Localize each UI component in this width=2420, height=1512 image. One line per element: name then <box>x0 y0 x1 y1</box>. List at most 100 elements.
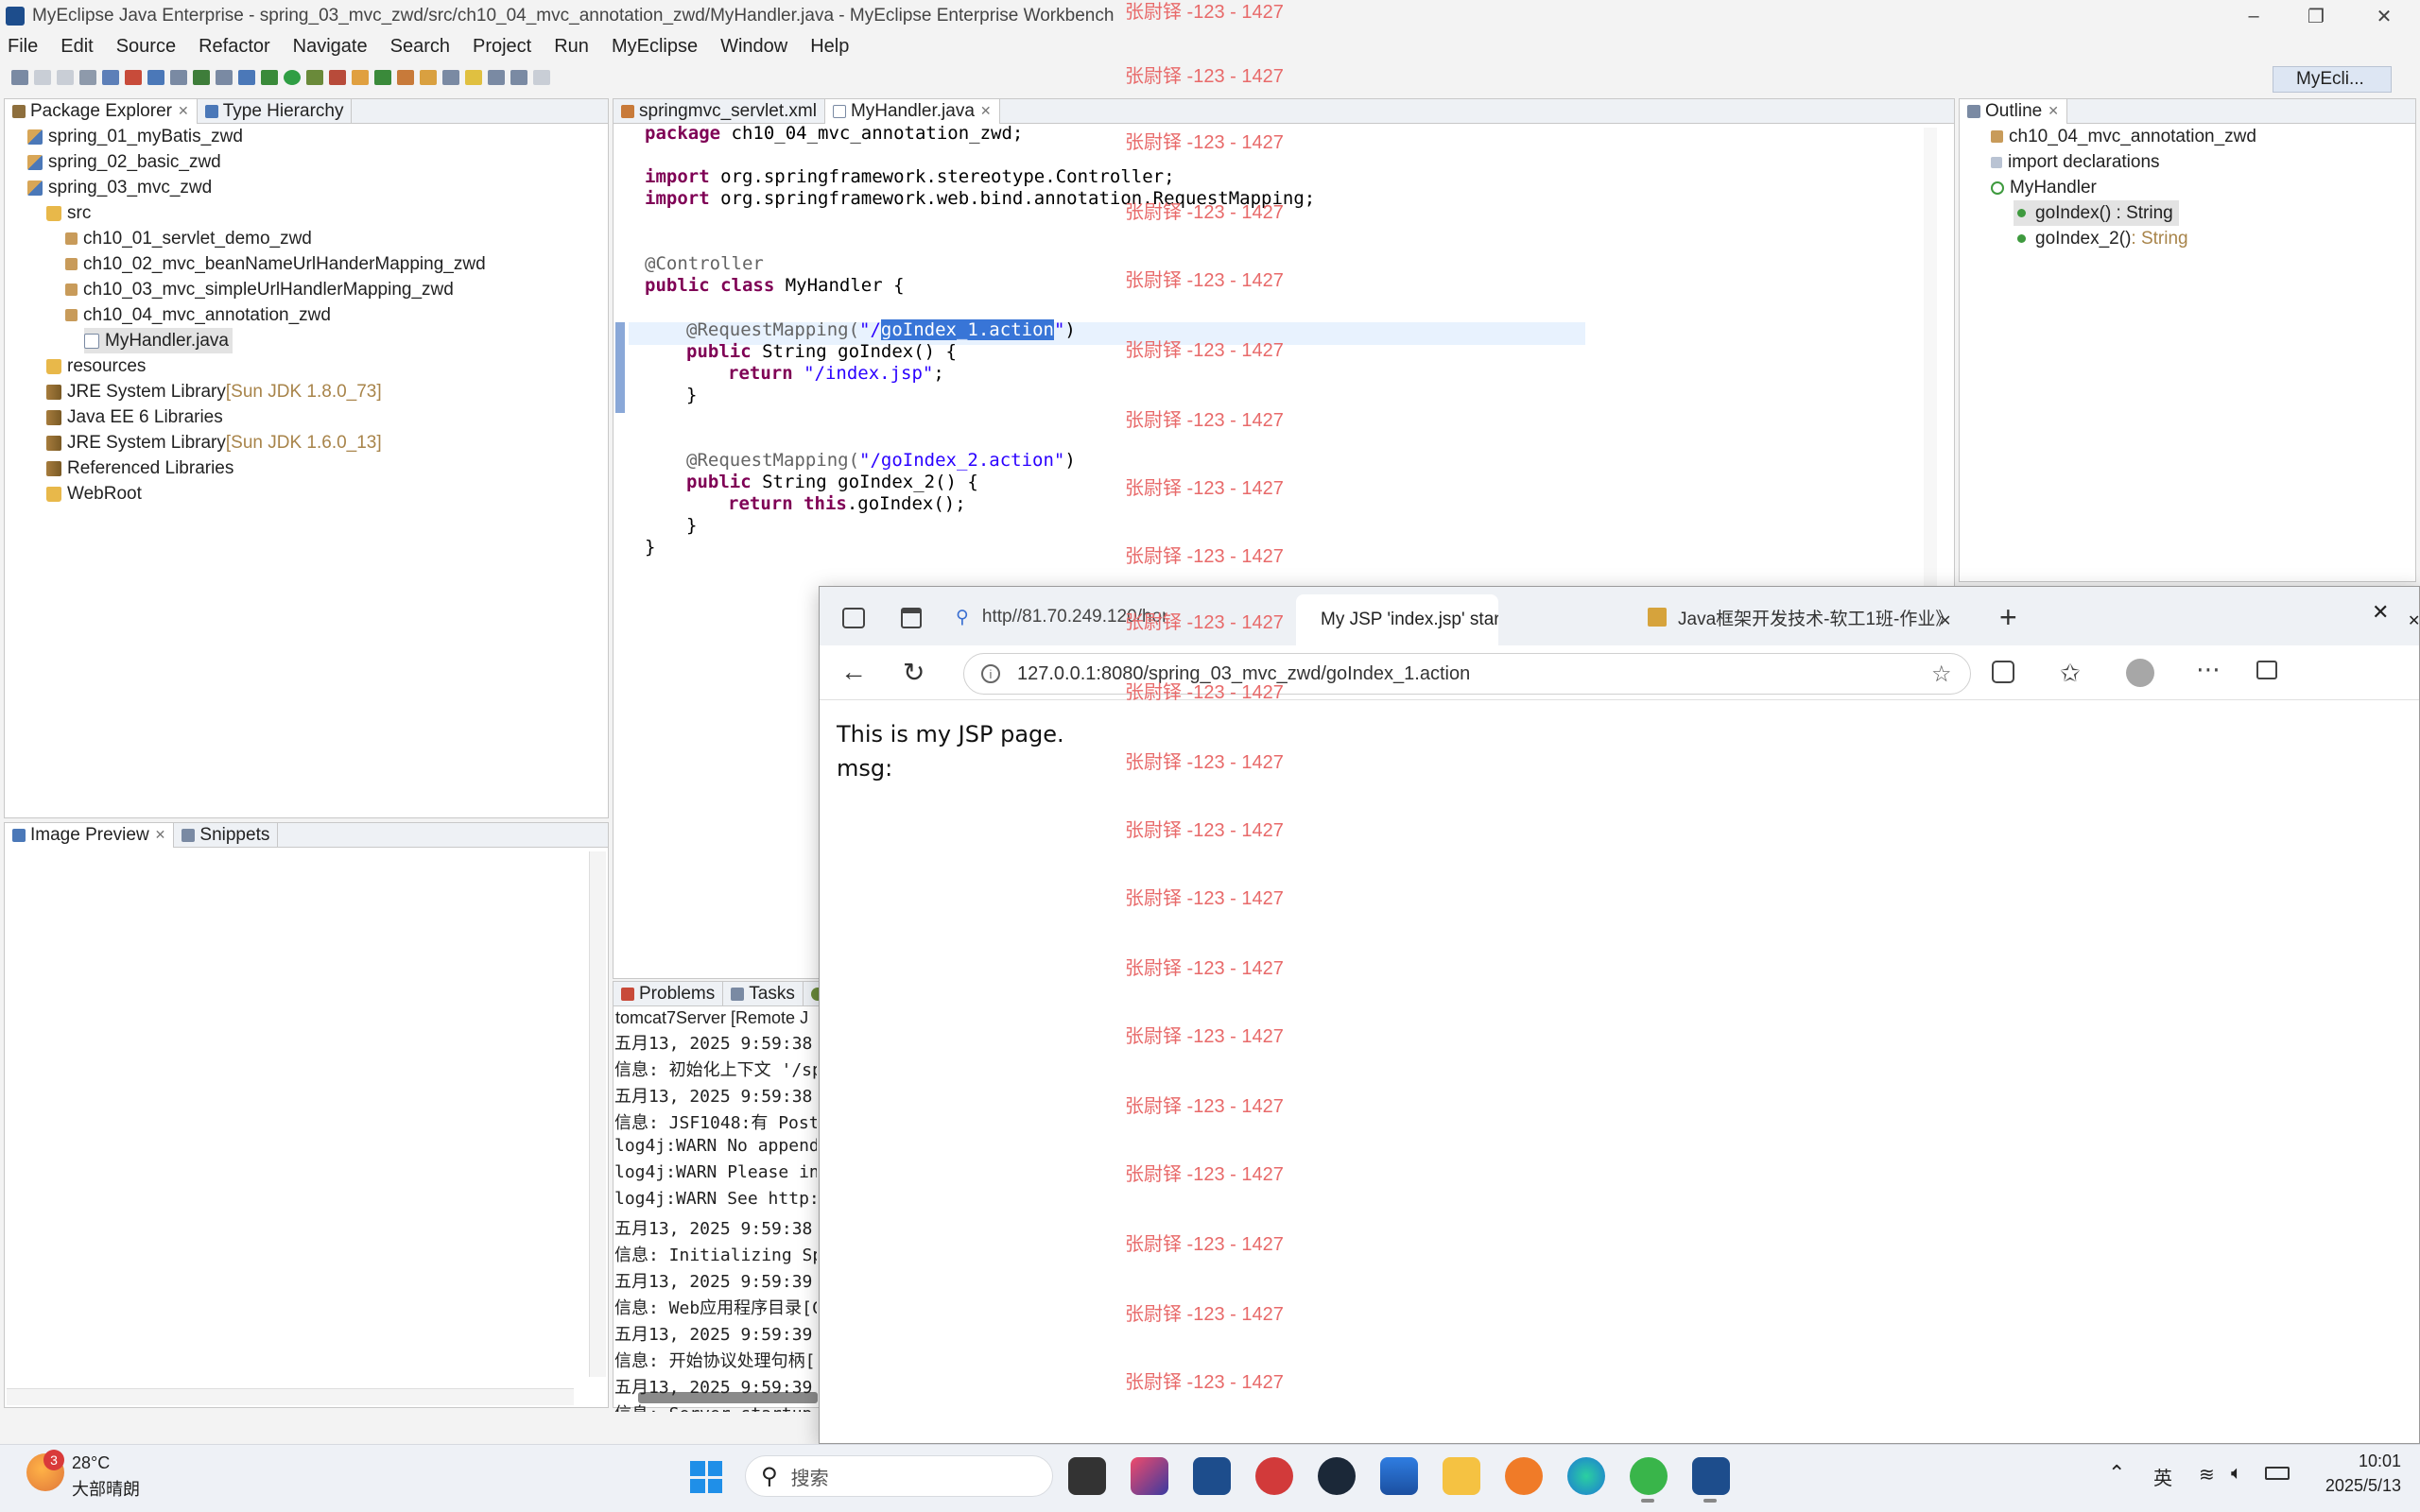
refresh-icon[interactable]: ↻ <box>903 657 925 688</box>
code-line-return-this[interactable]: return this.goIndex(); <box>728 493 966 515</box>
publish-icon[interactable] <box>147 70 164 85</box>
netease-music-icon[interactable] <box>1255 1457 1293 1495</box>
tree-item[interactable]: Referenced Libraries <box>46 455 233 481</box>
tree-item[interactable]: spring_02_basic_zwd <box>27 149 221 175</box>
tree-item[interactable]: JRE System Library [Sun JDK 1.6.0_13] <box>46 430 382 455</box>
task-view-icon[interactable] <box>1068 1457 1106 1495</box>
weather-desc[interactable]: 大部晴朗 <box>72 1476 140 1501</box>
battery-icon[interactable] <box>2265 1467 2290 1480</box>
print-icon[interactable] <box>79 70 96 85</box>
mark-occurrences-icon[interactable] <box>465 70 482 85</box>
code-line-package[interactable]: package ch10_04_mvc_annotation_zwd; <box>645 123 1023 145</box>
steam-icon[interactable] <box>1318 1457 1356 1495</box>
intellij-icon[interactable] <box>1131 1457 1168 1495</box>
tree-item[interactable]: ch10_03_mvc_simpleUrlHandlerMapping_zwd <box>65 277 454 302</box>
vertical-scrollbar[interactable] <box>589 851 606 1377</box>
favorite-star-icon[interactable]: ☆ <box>1931 661 1952 688</box>
close-tab-icon[interactable]: ✕ <box>1939 611 1951 630</box>
menu-refactor[interactable]: Refactor <box>199 36 270 58</box>
menu-search[interactable]: Search <box>390 36 450 58</box>
code-line-goindex-decl[interactable]: public String goIndex() { <box>686 341 957 363</box>
minimize-button[interactable]: – <box>2223 0 2284 32</box>
code-line-close-brace-class[interactable]: } <box>645 537 655 558</box>
myeclipse-taskbar-icon[interactable] <box>1193 1457 1231 1495</box>
tree-item[interactable]: spring_03_mvc_zwd <box>27 175 212 200</box>
sidebar-toggle-icon[interactable] <box>2256 661 2277 679</box>
close-tab-icon[interactable]: ✕ <box>178 103 189 119</box>
wechat-icon[interactable] <box>1630 1457 1668 1495</box>
clock-time[interactable]: 10:01 <box>2312 1452 2401 1471</box>
address-bar[interactable]: i 127.0.0.1:8080/spring_03_mvc_zwd/goInd… <box>963 653 1971 695</box>
file-explorer-icon[interactable] <box>1443 1457 1480 1495</box>
tree-item[interactable]: ch10_02_mvc_beanNameUrlHanderMapping_zwd <box>65 251 486 277</box>
outline-imports[interactable]: import declarations <box>1991 149 2160 175</box>
menu-navigate[interactable]: Navigate <box>293 36 368 58</box>
maximize-button[interactable]: ❐ <box>2286 0 2346 32</box>
weather-temp[interactable]: 28°C <box>72 1453 110 1473</box>
workspaces-icon[interactable] <box>842 608 865 628</box>
new-java-project-icon[interactable] <box>352 70 369 85</box>
menu-window[interactable]: Window <box>720 36 787 58</box>
save-icon[interactable] <box>34 70 51 85</box>
back-nav-icon[interactable] <box>510 70 527 85</box>
tree-item[interactable]: ch10_04_mvc_annotation_zwd <box>65 302 331 328</box>
code-line-controller-annotation[interactable]: @Controller <box>645 253 764 275</box>
tab-snippets[interactable]: Snippets <box>174 822 279 848</box>
favorites-icon[interactable]: ✩ <box>2060 659 2081 688</box>
tree-item[interactable]: ch10_01_servlet_demo_zwd <box>65 226 312 251</box>
clock-date[interactable]: 2025/5/13 <box>2312 1476 2401 1496</box>
external-tools-icon[interactable] <box>329 70 346 85</box>
new-tab-button[interactable]: + <box>1999 600 2017 635</box>
tree-item[interactable]: spring_01_myBatis_zwd <box>27 124 243 149</box>
debug-icon[interactable] <box>261 70 278 85</box>
search-tool-icon[interactable] <box>442 70 459 85</box>
show-hidden-icons[interactable]: ⌃ <box>2108 1461 2125 1486</box>
web-icon[interactable] <box>170 70 187 85</box>
menu-run[interactable]: Run <box>554 36 589 58</box>
code-line-close-brace-1[interactable]: } <box>686 385 697 406</box>
outline-method-goindex2[interactable]: goIndex_2() : String <box>2014 226 2188 251</box>
run-icon[interactable] <box>284 70 301 85</box>
more-options-icon[interactable]: ⋯ <box>2196 655 2221 684</box>
annotation-next-icon[interactable] <box>488 70 505 85</box>
browse-icon[interactable] <box>193 70 210 85</box>
coverage-icon[interactable] <box>306 70 323 85</box>
tab-image-preview[interactable]: Image Preview ✕ <box>5 822 175 848</box>
new-icon[interactable] <box>11 70 28 85</box>
outline-class[interactable]: MyHandler <box>1991 175 2097 200</box>
code-line-goindex2-decl[interactable]: public String goIndex_2() { <box>686 472 978 493</box>
menu-file[interactable]: File <box>8 36 38 58</box>
close-tab-icon[interactable]: ✕ <box>2048 103 2059 119</box>
code-line-class-decl[interactable]: public class MyHandler { <box>645 275 905 297</box>
close-button[interactable]: ✕ <box>2354 0 2414 32</box>
menu-edit[interactable]: Edit <box>60 36 93 58</box>
close-active-tab-icon[interactable]: ✕ <box>2408 611 2420 630</box>
taskbar-search-box[interactable]: ⚲ 搜索 <box>745 1455 1053 1497</box>
server-icon[interactable] <box>125 70 142 85</box>
tab-actions-icon[interactable] <box>901 608 922 628</box>
wifi-icon[interactable]: ≋ <box>2199 1463 2215 1486</box>
code-line-return-index[interactable]: return "/index.jsp"; <box>728 363 944 385</box>
browser-tab-java-course[interactable]: Java框架开发技术-软工1班-作业》 <box>1634 596 1975 638</box>
tree-item[interactable]: MyHandler.java <box>84 328 233 353</box>
back-icon[interactable]: ← <box>840 657 867 687</box>
tree-item[interactable]: src <box>46 200 91 226</box>
tab-package-explorer[interactable]: Package Explorer ✕ <box>5 98 198 124</box>
tree-item[interactable]: Java EE 6 Libraries <box>46 404 223 430</box>
site-info-icon[interactable]: i <box>981 664 1000 683</box>
ime-indicator[interactable]: 英 <box>2153 1463 2172 1490</box>
forward-nav-icon[interactable] <box>533 70 550 85</box>
tree-item[interactable]: resources <box>46 353 146 379</box>
new-package-icon[interactable] <box>374 70 391 85</box>
save-all-icon[interactable] <box>57 70 74 85</box>
postman-icon[interactable] <box>1505 1457 1543 1495</box>
open-task-icon[interactable] <box>420 70 437 85</box>
open-type-icon[interactable] <box>238 70 255 85</box>
code-line-close-brace-2[interactable]: } <box>686 515 697 537</box>
extensions-icon[interactable] <box>1992 661 2014 683</box>
code-line-requestmapping-2[interactable]: @RequestMapping("/goIndex_2.action") <box>686 450 1076 472</box>
myeclipse-taskbar-icon-2[interactable] <box>1692 1457 1730 1495</box>
windows-start-icon[interactable] <box>690 1461 722 1493</box>
menu-project[interactable]: Project <box>473 36 531 58</box>
perspective-myeclipse[interactable]: MyEcli... <box>2273 66 2392 93</box>
